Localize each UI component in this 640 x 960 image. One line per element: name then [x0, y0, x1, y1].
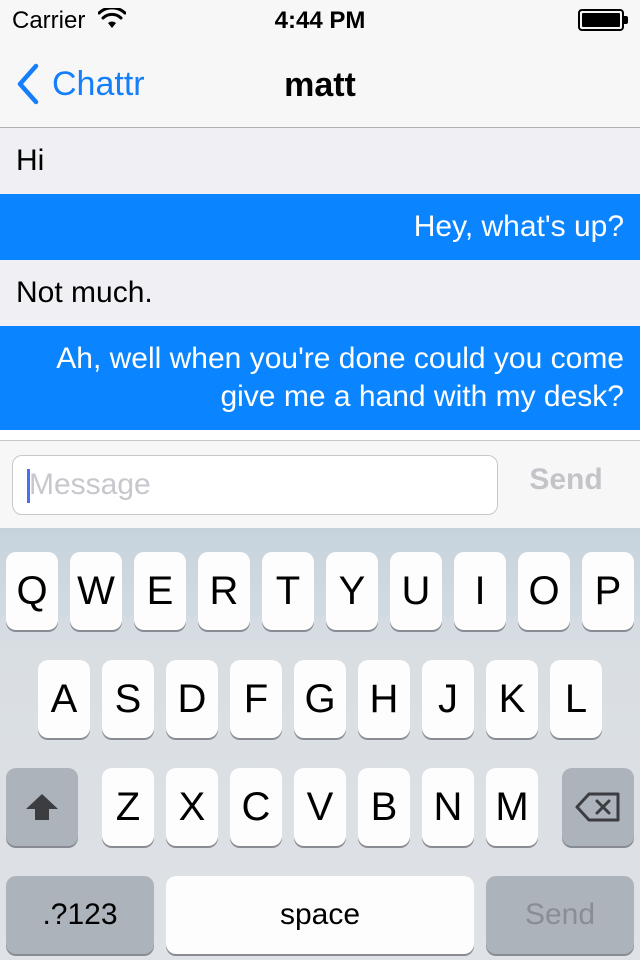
conversation-title: matt	[284, 66, 356, 104]
key-a[interactable]: A	[38, 660, 90, 738]
key-v[interactable]: V	[294, 768, 346, 846]
return-send-key[interactable]: Send	[486, 876, 634, 954]
key-z[interactable]: Z	[102, 768, 154, 846]
status-bar: Carrier 4:44 PM	[0, 0, 640, 40]
message-input[interactable]	[13, 456, 497, 514]
space-key[interactable]: space	[166, 876, 474, 954]
message-list[interactable]: Hi Hey, what's up? Not much. Ah, well wh…	[0, 128, 640, 440]
backspace-icon	[575, 792, 620, 822]
key-g[interactable]: G	[294, 660, 346, 738]
key-x[interactable]: X	[166, 768, 218, 846]
message-incoming: Not much.	[0, 260, 640, 326]
key-d[interactable]: D	[166, 660, 218, 738]
key-o[interactable]: O	[518, 552, 570, 630]
key-l[interactable]: L	[550, 660, 602, 738]
key-m[interactable]: M	[486, 768, 538, 846]
status-time: 4:44 PM	[274, 7, 366, 34]
numbers-key[interactable]: .?123	[6, 876, 154, 954]
key-h[interactable]: H	[358, 660, 410, 738]
text-cursor	[27, 469, 30, 503]
key-w[interactable]: W	[70, 552, 122, 630]
key-y[interactable]: Y	[326, 552, 378, 630]
key-j[interactable]: J	[422, 660, 474, 738]
send-button[interactable]: Send	[510, 463, 622, 507]
message-incoming: Hi	[0, 128, 640, 194]
key-r[interactable]: R	[198, 552, 250, 630]
message-outgoing: Hey, what's up?	[0, 194, 640, 260]
key-n[interactable]: N	[422, 768, 474, 846]
key-u[interactable]: U	[390, 552, 442, 630]
key-e[interactable]: E	[134, 552, 186, 630]
key-p[interactable]: P	[582, 552, 634, 630]
shift-key[interactable]	[6, 768, 78, 846]
key-c[interactable]: C	[230, 768, 282, 846]
keyboard: Q W E R T Y U I O P A S D F G H J K L Z …	[0, 528, 640, 960]
key-i[interactable]: I	[454, 552, 506, 630]
navigation-bar: Chattr matt	[0, 40, 640, 128]
key-t[interactable]: T	[262, 552, 314, 630]
key-f[interactable]: F	[230, 660, 282, 738]
key-s[interactable]: S	[102, 660, 154, 738]
message-field-container	[12, 455, 498, 515]
message-outgoing: Ah, well when you're done could you come…	[0, 326, 640, 430]
shift-icon	[26, 794, 58, 820]
battery-icon	[578, 9, 628, 31]
key-q[interactable]: Q	[6, 552, 58, 630]
key-b[interactable]: B	[358, 768, 410, 846]
key-k[interactable]: K	[486, 660, 538, 738]
message-composer: Send	[0, 440, 640, 528]
delete-key[interactable]	[562, 768, 634, 846]
